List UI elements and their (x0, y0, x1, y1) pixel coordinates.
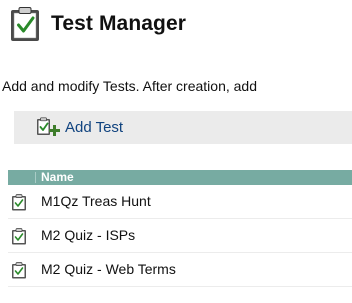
test-name[interactable]: M2 Quiz - ISPs (41, 219, 135, 252)
page-title: Test Manager (51, 12, 187, 35)
table-row[interactable]: M2 Quiz - Web Terms (8, 253, 352, 287)
clipboard-check-icon (12, 228, 26, 245)
add-test-button[interactable]: Add Test (36, 116, 123, 138)
clipboard-add-icon (37, 117, 60, 136)
test-name[interactable]: M2 Quiz - Web Terms (41, 253, 176, 286)
page-header: Test Manager (9, 6, 186, 42)
table-header: Name (8, 170, 352, 185)
table-row[interactable]: M1Qz Treas Hunt (8, 185, 352, 219)
table-row[interactable]: M2 Quiz - ISPs (8, 219, 352, 253)
test-name[interactable]: M1Qz Treas Hunt (41, 185, 151, 218)
column-header-name[interactable]: Name (41, 170, 74, 185)
clipboard-check-icon (11, 7, 39, 41)
clipboard-check-icon (12, 194, 26, 211)
toolbar: Add Test (14, 111, 352, 144)
add-test-label: Add Test (65, 118, 124, 136)
column-divider (35, 172, 36, 183)
page-description: Add and modify Tests. After creation, ad… (2, 78, 258, 94)
tests-table: Name M1Qz Treas Hunt M2 Quiz - ISPs M2 Q… (8, 170, 352, 287)
clipboard-check-icon (12, 262, 26, 279)
